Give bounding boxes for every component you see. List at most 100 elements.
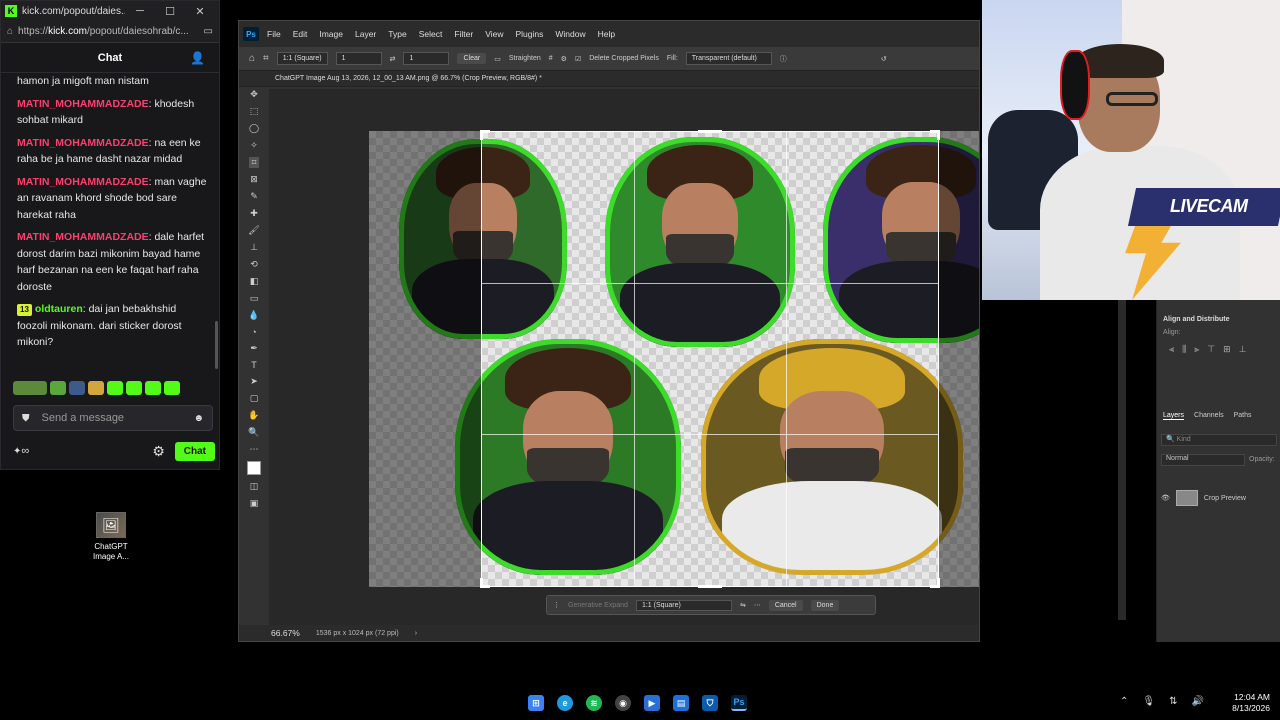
hand-tool-icon[interactable]: ✋ [248,410,259,421]
align-left-icon[interactable]: ⫷ [1169,344,1174,355]
crop-handle-top[interactable] [698,130,722,140]
delete-cropped-checkbox[interactable]: ☑ [575,55,581,63]
swap-icon[interactable]: ⇄ [390,55,396,63]
align-bottom-icon[interactable]: ⊥ [1239,344,1247,355]
microphone-icon[interactable]: 🎙 [1142,696,1155,707]
crop-box[interactable] [480,130,940,588]
photoshop-taskbar-icon[interactable]: Ps [731,695,747,711]
document-tab[interactable]: ChatGPT Image Aug 13, 2026, 12_00_13 AM.… [239,71,979,87]
menu-edit[interactable]: Edit [293,29,308,39]
user-settings-icon[interactable]: 👤 [190,51,205,65]
doc-info[interactable]: 1536 px x 1024 px (72 ppi) [316,630,399,637]
menu-layer[interactable]: Layer [355,29,376,39]
drag-handle-icon[interactable]: ⋮ [553,601,560,609]
align-top-icon[interactable]: ⊤ [1207,344,1215,355]
magic-wand-icon[interactable]: ✧ [250,140,258,151]
cancel-button[interactable]: Cancel [768,599,803,611]
crop-handle-bottom-left[interactable] [480,578,490,588]
emote-icon[interactable] [50,381,66,395]
crop-handle-bottom[interactable] [698,578,722,588]
pen-tool-icon[interactable]: ✒ [250,343,258,354]
emote-icon[interactable] [69,381,85,395]
menu-view[interactable]: View [485,29,503,39]
stamp-tool-icon[interactable]: ⊥ [250,242,258,253]
menu-image[interactable]: Image [319,29,343,39]
desktop-file-icon[interactable]: 🖼 ChatGPT Image A... [86,512,136,562]
chat-send-button[interactable]: Chat [174,441,215,461]
emote-icon[interactable] [107,381,123,395]
address-bar[interactable]: ⌂ https://kick.com/popout/daiesohrab/c..… [1,21,219,43]
more-options-icon[interactable]: ⋯ [754,601,761,609]
chat-username[interactable]: MATIN_MOHAMMADZADE [17,231,149,243]
gear-icon[interactable]: ⚙ [152,443,165,460]
align-middle-icon[interactable]: ⊞ [1223,344,1231,355]
menu-file[interactable]: File [267,29,281,39]
windows-start-icon[interactable]: ⊞ [528,695,544,711]
type-tool-icon[interactable]: T [251,360,257,370]
layer-row[interactable]: 👁 Crop Preview [1161,488,1280,508]
tab-layers[interactable]: Layers [1163,412,1185,420]
zoom-tool-icon[interactable]: 🔍 [248,427,259,438]
clear-button[interactable]: Clear [457,53,487,64]
quick-mask-icon[interactable]: ◫ [250,481,259,492]
status-arrow-icon[interactable]: › [415,630,417,637]
crop-handle-bottom-right[interactable] [930,578,940,588]
menu-type[interactable]: Type [388,29,406,39]
menu-window[interactable]: Window [555,29,585,39]
done-button[interactable]: Done [810,599,840,611]
opacity-label[interactable]: Opacity: [1249,456,1275,463]
layer-name[interactable]: Crop Preview [1204,495,1246,502]
emote-icon[interactable] [145,381,161,395]
close-icon[interactable]: ✕ [185,5,215,18]
move-tool-icon[interactable]: ✥ [250,89,258,100]
menu-help[interactable]: Help [598,29,615,39]
zoom-level[interactable]: 66.67% [271,628,300,638]
align-panel-title[interactable]: Align and Distribute [1157,300,1280,327]
straighten-icon[interactable]: ▭ [494,55,501,63]
files-app-icon[interactable]: ▤ [673,695,689,711]
more-tools-icon[interactable]: ⋯ [250,444,259,455]
canvas-vertical-scrollbar[interactable] [1118,260,1126,620]
canvas-area[interactable] [269,89,979,627]
emoji-icon[interactable]: ☻ [193,413,204,424]
ratio-height-input[interactable]: 1 [403,52,450,65]
frame-tool-icon[interactable]: ⊠ [250,174,258,185]
crop-tool-icon[interactable]: ⌗ [263,53,269,64]
chat-username[interactable]: MATIN_MOHAMMADZADE [17,98,149,110]
emote-icon[interactable] [126,381,142,395]
minimize-icon[interactable]: ─ [125,5,155,17]
chat-scrollbar[interactable] [215,321,218,369]
menu-select[interactable]: Select [419,29,443,39]
maximize-icon[interactable]: ☐ [155,5,185,18]
emote-icon[interactable] [164,381,180,395]
swap-dimensions-icon[interactable]: ⇋ [740,601,746,609]
color-swatch-icon[interactable] [247,461,261,475]
ratio-width-input[interactable]: 1 [335,52,382,65]
align-right-icon[interactable]: ⫸ [1194,344,1199,355]
chat-username[interactable]: MATIN_MOHAMMADZADE [17,137,149,149]
video-app-icon[interactable]: ▶ [644,695,660,711]
volume-icon[interactable]: 🔊 [1191,696,1203,707]
crop-handle-top-left[interactable] [480,130,490,140]
lasso-tool-icon[interactable]: ◯ [249,123,259,134]
taskbar-clock[interactable]: 12:04 AM 8/13/2026 [1226,692,1270,714]
history-brush-icon[interactable]: ⟲ [250,259,258,270]
spotify-icon[interactable]: ≋ [586,695,602,711]
layer-filter-kind[interactable]: 🔍 Kind [1161,434,1277,446]
info-icon[interactable]: ⓘ [780,54,787,64]
generative-expand-button[interactable]: Generative Expand [568,602,628,609]
edge-icon[interactable]: e [557,695,573,711]
align-center-icon[interactable]: ⫼ [1182,344,1186,355]
home-icon[interactable]: ⌂ [249,53,255,64]
visibility-eye-icon[interactable]: 👁 [1161,494,1170,502]
shape-tool-icon[interactable]: ▢ [250,393,259,404]
chat-username[interactable]: MATIN_MOHAMMADZADE [17,176,149,188]
blend-mode-select[interactable]: Normal [1161,454,1245,466]
store-icon[interactable]: ⛉ [702,695,718,711]
emote-icon[interactable] [13,381,47,395]
crop-handle-top-right[interactable] [930,130,940,140]
eraser-icon[interactable]: ◧ [250,276,259,287]
dodge-tool-icon[interactable]: ◔ [251,327,256,337]
gradient-tool-icon[interactable]: ▭ [250,293,259,304]
brush-tool-icon[interactable]: 🖌 [248,225,259,236]
